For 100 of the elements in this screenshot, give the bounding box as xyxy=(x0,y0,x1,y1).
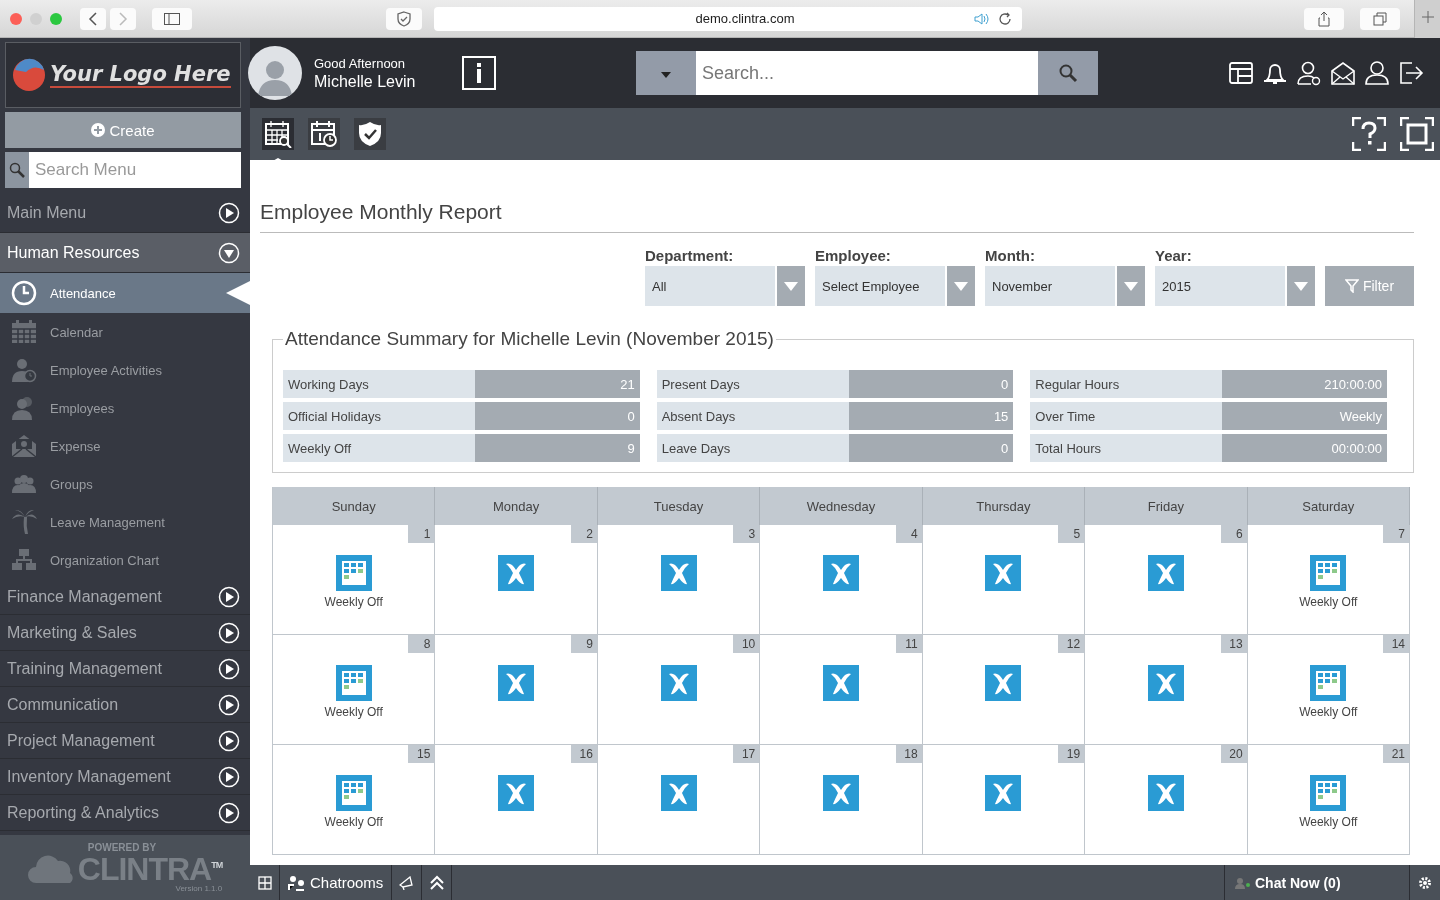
filter-dropdown[interactable]: Select Employee xyxy=(815,266,975,306)
day-number: 5 xyxy=(1058,525,1085,543)
filter-dropdown[interactable]: All xyxy=(645,266,805,306)
address-bar[interactable]: demo.clintra.com xyxy=(434,6,1022,31)
stat-label: Working Days xyxy=(283,370,475,398)
filter-label: Department: xyxy=(645,247,735,264)
day-number: 19 xyxy=(1058,745,1085,763)
clock-icon xyxy=(11,280,37,306)
calendar-day[interactable]: 1 Weekly Off xyxy=(273,525,436,635)
help-icon[interactable] xyxy=(1352,117,1386,151)
toolbar-tab[interactable] xyxy=(354,118,386,150)
weekday-header: Thursday xyxy=(922,487,1086,525)
menu-section[interactable]: Reporting & Analytics xyxy=(0,795,250,831)
day-number: 2 xyxy=(570,525,597,543)
calendar-day[interactable]: 14 Weekly Off xyxy=(1247,635,1410,745)
day-number: 10 xyxy=(733,635,760,653)
calendar-day[interactable]: 2 xyxy=(435,525,598,635)
caret-down-icon xyxy=(1294,281,1308,291)
menu-item[interactable]: Organization Chart xyxy=(0,541,250,579)
sidebar-toggle-button[interactable] xyxy=(152,7,192,30)
search-button[interactable] xyxy=(1038,51,1098,95)
user-settings-icon[interactable] xyxy=(1296,60,1322,86)
search-field[interactable]: Search... xyxy=(696,51,1038,95)
calendar-day[interactable]: 8 Weekly Off xyxy=(273,635,436,745)
day-number: 8 xyxy=(408,635,435,653)
calendar-day[interactable]: 16 xyxy=(435,745,598,855)
stat-value: Weekly xyxy=(1222,402,1387,430)
plus-icon xyxy=(1421,11,1434,23)
logout-icon[interactable] xyxy=(1398,60,1424,86)
chevron-right-icon xyxy=(218,693,240,716)
calendar-day[interactable]: 5 xyxy=(922,525,1086,635)
caret-down-icon xyxy=(661,71,671,78)
menu-section[interactable]: Human Resources xyxy=(0,233,250,273)
filter-dropdown[interactable]: November xyxy=(985,266,1145,306)
calendar-day[interactable]: 17 xyxy=(597,745,761,855)
stat-label: Absent Days xyxy=(656,402,849,430)
reload-icon[interactable] xyxy=(998,11,1012,26)
fullscreen-icon[interactable] xyxy=(1400,117,1434,151)
calendar-day[interactable]: 21 Weekly Off xyxy=(1247,745,1410,855)
menu-item[interactable]: Employees xyxy=(0,389,250,427)
menu-section[interactable]: Project Management xyxy=(0,723,250,759)
day-number: 11 xyxy=(895,635,922,653)
back-button[interactable] xyxy=(80,7,106,30)
stat-value: 15 xyxy=(848,402,1014,430)
calendar-day[interactable]: 10 xyxy=(597,635,761,745)
calendar-day[interactable]: 19 xyxy=(922,745,1086,855)
filter-dropdown[interactable]: 2015 xyxy=(1155,266,1315,306)
calendar-clock-icon xyxy=(310,120,338,148)
stat-value: 00:00:00 xyxy=(1222,434,1387,462)
menu-section[interactable]: Communication xyxy=(0,687,250,723)
calendar-day[interactable]: 6 xyxy=(1085,525,1248,635)
day-number: 16 xyxy=(570,745,597,763)
layout-icon[interactable] xyxy=(1228,60,1254,86)
stat-label: Official Holidays xyxy=(283,402,475,430)
chatrooms-button[interactable]: Chatrooms xyxy=(280,865,393,900)
calendar-day[interactable]: 7 Weekly Off xyxy=(1247,525,1410,635)
day-status-label: Weekly Off xyxy=(324,595,383,609)
filter-label: Year: xyxy=(1155,247,1193,264)
calendar-day[interactable]: 9 xyxy=(435,635,598,745)
day-number: 14 xyxy=(1383,635,1409,653)
stat-label: Weekly Off xyxy=(283,434,475,462)
calendar-day[interactable]: 11 xyxy=(760,635,923,745)
day-status-label: Weekly Off xyxy=(1299,815,1358,829)
chat-now-button[interactable]: Chat Now (0) xyxy=(1224,865,1410,900)
calendar-day[interactable]: 15 Weekly Off xyxy=(273,745,436,855)
toolbar-tab[interactable] xyxy=(308,118,340,150)
menu-search-field[interactable]: Search Menu xyxy=(29,152,241,188)
mail-icon[interactable] xyxy=(1330,60,1356,86)
day-number: 6 xyxy=(1220,525,1247,543)
stat-value: 0 xyxy=(474,402,640,430)
chevron-right-icon xyxy=(218,801,240,824)
avatar[interactable] xyxy=(248,46,302,100)
menu-section[interactable]: Marketing & Sales xyxy=(0,615,250,651)
calendar-day[interactable]: 13 xyxy=(1085,635,1248,745)
share-icon xyxy=(1318,10,1330,27)
menu-item[interactable]: Calendar xyxy=(0,313,250,351)
calendar-day[interactable]: 4 xyxy=(760,525,923,635)
calendar-day[interactable]: 3 xyxy=(597,525,761,635)
menu-section[interactable]: Training Management xyxy=(0,651,250,687)
user-icon[interactable] xyxy=(1364,60,1390,86)
filter-label: Employee: xyxy=(815,247,892,264)
menu-item[interactable]: Groups xyxy=(0,465,250,503)
menu-section[interactable]: Finance Management xyxy=(0,579,250,615)
megaphone-icon xyxy=(398,875,415,890)
calendar-day[interactable]: 18 xyxy=(760,745,923,855)
chevron-right-icon xyxy=(218,729,240,752)
funnel-icon xyxy=(1344,279,1359,293)
stat-label: Regular Hours xyxy=(1030,370,1223,398)
calendar-day[interactable]: 12 xyxy=(922,635,1086,745)
menu-item[interactable]: Attendance xyxy=(0,273,250,313)
menu-item[interactable]: Leave Management xyxy=(0,503,250,541)
shield-icon[interactable] xyxy=(386,7,422,30)
menu-item[interactable]: Employee Activities xyxy=(0,351,250,389)
calendar-day[interactable]: 20 xyxy=(1085,745,1248,855)
menu-section[interactable]: Inventory Management xyxy=(0,759,250,795)
shield-check-icon xyxy=(356,120,384,148)
info-icon[interactable] xyxy=(462,56,496,90)
stat-label: Present Days xyxy=(656,370,849,398)
stat-label: Over Time xyxy=(1030,402,1223,430)
menu-item[interactable]: Expense xyxy=(0,427,250,465)
